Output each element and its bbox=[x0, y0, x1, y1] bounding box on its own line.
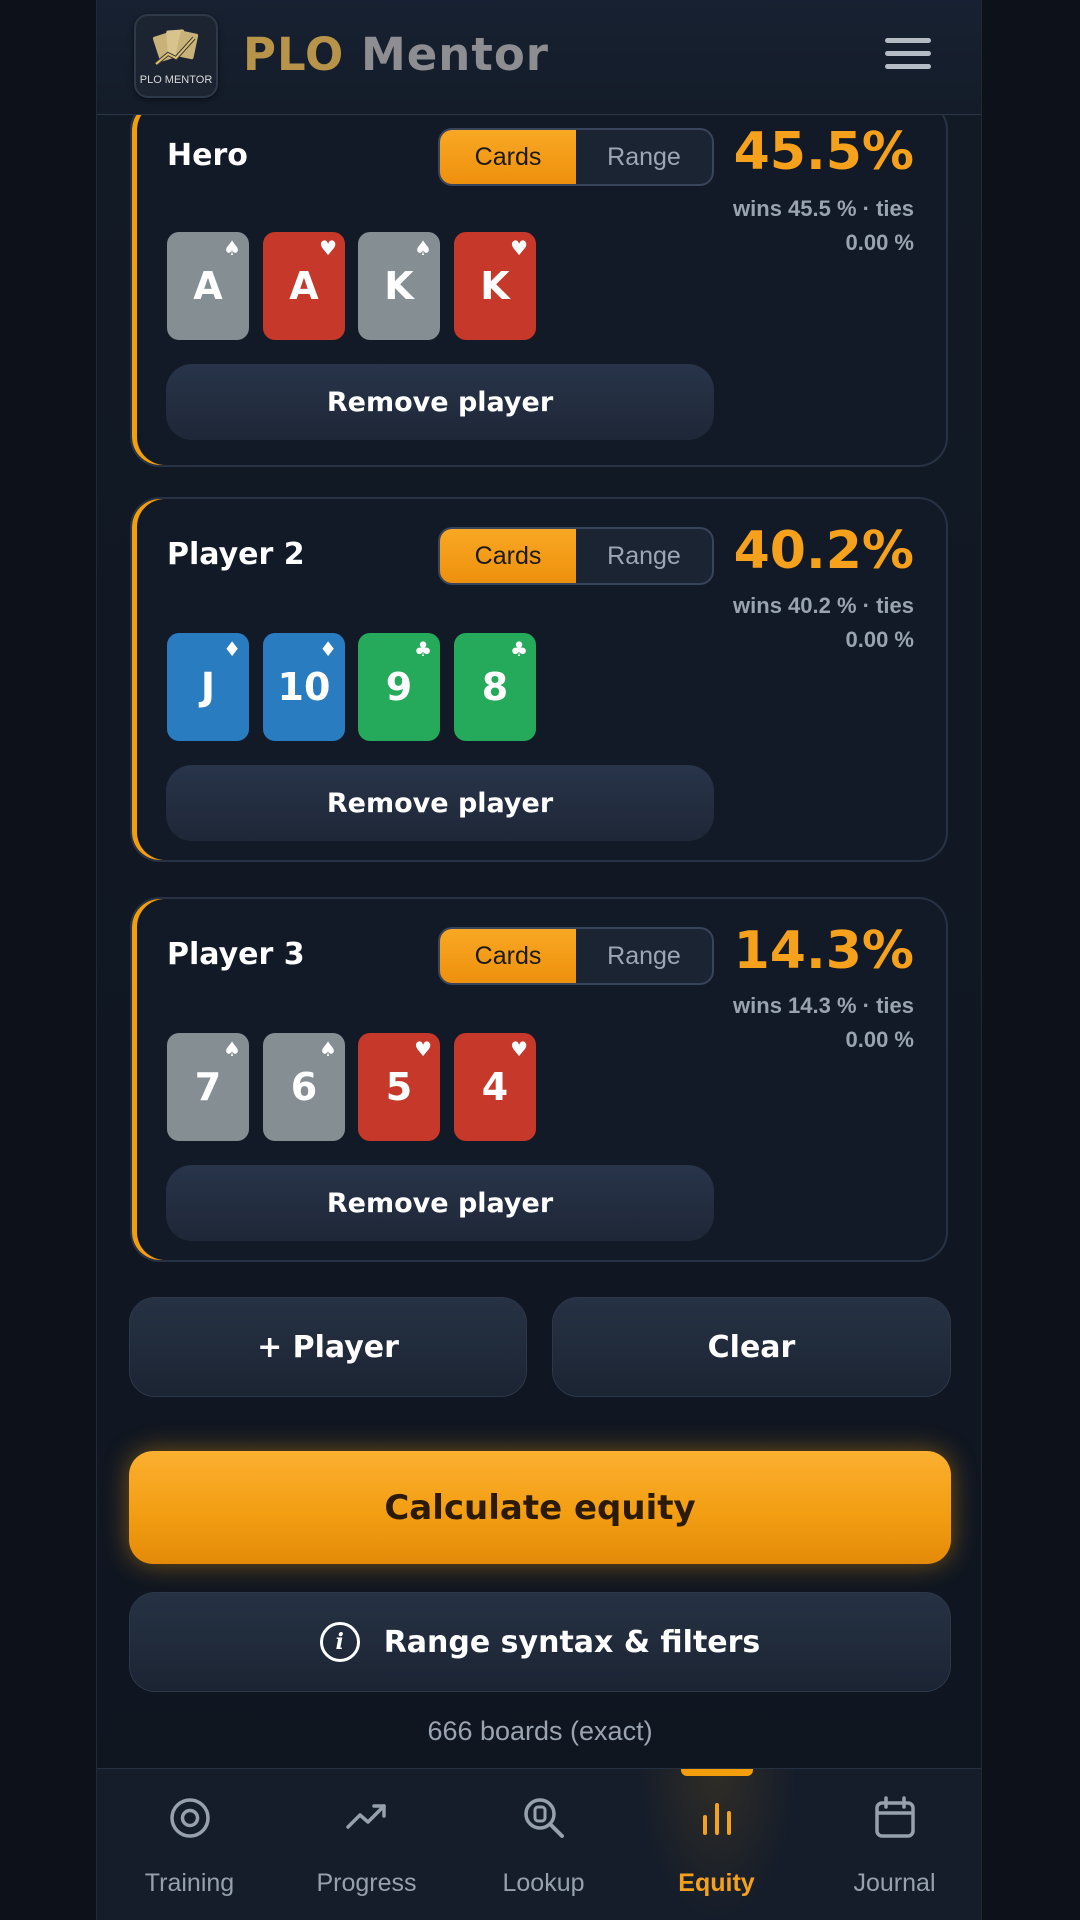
nav-item-equity[interactable]: Equity bbox=[628, 1769, 805, 1920]
diamond-suit-icon: ♦ bbox=[223, 637, 241, 661]
equity-percent: 14.3% bbox=[733, 921, 914, 981]
card-rank: 5 bbox=[385, 1065, 413, 1109]
bar-chart-icon bbox=[702, 1803, 731, 1835]
target-icon bbox=[169, 1798, 210, 1838]
player-name: Player 3 bbox=[167, 937, 305, 972]
range-mode-button[interactable]: Range bbox=[576, 929, 712, 983]
hamburger-menu-icon[interactable] bbox=[885, 38, 931, 74]
hole-card[interactable]: 9 ♣ bbox=[358, 633, 440, 741]
nav-item-journal[interactable]: Journal bbox=[806, 1769, 981, 1920]
app-title-part1: PLO bbox=[243, 28, 345, 81]
nav-item-progress[interactable]: Progress bbox=[278, 1769, 455, 1920]
heart-suit-icon: ♥ bbox=[414, 1037, 432, 1061]
range-mode-button[interactable]: Range bbox=[576, 529, 712, 583]
app-frame: PLO MENTOR PLO Mentor Hero Cards Range 4… bbox=[96, 0, 982, 1920]
ties-value: 0.00 % bbox=[845, 627, 915, 652]
cards-chart-logo-icon bbox=[152, 29, 199, 66]
hole-card[interactable]: 6 ♠ bbox=[263, 1033, 345, 1141]
nav-label: Journal bbox=[853, 1869, 936, 1897]
remove-player-button[interactable]: Remove player bbox=[166, 364, 714, 440]
hole-card[interactable]: 5 ♥ bbox=[358, 1033, 440, 1141]
spade-suit-icon: ♠ bbox=[319, 1037, 337, 1061]
equity-percent: 45.5% bbox=[733, 122, 914, 182]
card-rank: 10 bbox=[277, 665, 331, 709]
logo-caption: PLO MENTOR bbox=[139, 74, 213, 86]
search-icon bbox=[523, 1798, 564, 1838]
wins-line: wins 40.2 % · ties bbox=[733, 593, 914, 618]
remove-player-button[interactable]: Remove player bbox=[166, 1165, 714, 1241]
card-rank: K bbox=[480, 264, 510, 308]
wins-line: wins 45.5 % · ties bbox=[733, 196, 914, 221]
range-syntax-label: Range syntax & filters bbox=[383, 1624, 761, 1660]
info-icon: i bbox=[319, 1622, 360, 1662]
player-name: Player 2 bbox=[167, 537, 305, 572]
ties-value: 0.00 % bbox=[845, 230, 915, 255]
card-rank: A bbox=[193, 264, 223, 308]
ties-value: 0.00 % bbox=[845, 1027, 915, 1052]
hole-card[interactable]: A ♠ bbox=[167, 232, 249, 340]
club-suit-icon: ♣ bbox=[414, 637, 432, 661]
heart-suit-icon: ♥ bbox=[510, 236, 528, 260]
calendar-icon bbox=[874, 1796, 915, 1838]
hole-card[interactable]: K ♥ bbox=[454, 232, 536, 340]
card-rank: J bbox=[200, 665, 216, 709]
hole-card[interactable]: 7 ♠ bbox=[167, 1033, 249, 1141]
nav-label: Equity bbox=[678, 1869, 755, 1897]
card-rank: A bbox=[289, 264, 319, 308]
add-player-button[interactable]: + Player bbox=[129, 1297, 527, 1397]
heart-suit-icon: ♥ bbox=[319, 236, 337, 260]
equity-breakdown: wins 45.5 % · ties 0.00 % bbox=[684, 192, 914, 260]
player-name: Hero bbox=[167, 138, 248, 173]
input-mode-toggle: Cards Range bbox=[438, 527, 714, 585]
boards-count-note: 666 boards (exact) bbox=[427, 1716, 653, 1746]
equity-breakdown: wins 40.2 % · ties 0.00 % bbox=[684, 589, 914, 657]
input-mode-toggle: Cards Range bbox=[438, 128, 714, 186]
cards-mode-button[interactable]: Cards bbox=[440, 529, 576, 583]
heart-suit-icon: ♥ bbox=[510, 1037, 528, 1061]
spade-suit-icon: ♠ bbox=[223, 1037, 241, 1061]
spade-suit-icon: ♠ bbox=[414, 236, 432, 260]
player-card-player-2: Player 2 Cards Range 40.2% wins 40.2 % ·… bbox=[130, 497, 948, 862]
app-title: PLO Mentor bbox=[243, 28, 549, 81]
nav-label: Training bbox=[144, 1869, 235, 1897]
cards-mode-button[interactable]: Cards bbox=[440, 130, 576, 184]
card-rank: 4 bbox=[481, 1065, 509, 1109]
diamond-suit-icon: ♦ bbox=[319, 637, 337, 661]
wins-line: wins 14.3 % · ties bbox=[733, 993, 914, 1018]
nav-item-training[interactable]: Training bbox=[101, 1769, 278, 1920]
card-rank: 9 bbox=[385, 665, 413, 709]
cards-mode-button[interactable]: Cards bbox=[440, 929, 576, 983]
equity-percent: 40.2% bbox=[733, 521, 914, 581]
trending-up-icon bbox=[345, 1804, 386, 1829]
card-rank: 8 bbox=[481, 665, 509, 709]
nav-label: Progress bbox=[316, 1869, 417, 1897]
hole-card[interactable]: 10 ♦ bbox=[263, 633, 345, 741]
hole-card[interactable]: K ♠ bbox=[358, 232, 440, 340]
clear-button[interactable]: Clear bbox=[552, 1297, 951, 1397]
card-rank: 6 bbox=[290, 1065, 318, 1109]
equity-breakdown: wins 14.3 % · ties 0.00 % bbox=[684, 989, 914, 1057]
app-header: PLO MENTOR PLO Mentor bbox=[97, 0, 981, 115]
range-mode-button[interactable]: Range bbox=[576, 130, 712, 184]
spade-suit-icon: ♠ bbox=[223, 236, 241, 260]
card-rank: 7 bbox=[194, 1065, 222, 1109]
app-title-part2: Mentor bbox=[360, 28, 549, 81]
card-rank: K bbox=[384, 264, 414, 308]
nav-item-lookup[interactable]: Lookup bbox=[455, 1769, 632, 1920]
player-card-hero: Hero Cards Range 45.5% wins 45.5 % · tie… bbox=[130, 100, 948, 467]
remove-player-button[interactable]: Remove player bbox=[166, 765, 714, 841]
hole-card[interactable]: 8 ♣ bbox=[454, 633, 536, 741]
calculate-equity-button[interactable]: Calculate equity bbox=[129, 1451, 951, 1564]
app-logo[interactable]: PLO MENTOR bbox=[134, 14, 218, 98]
nav-label: Lookup bbox=[502, 1869, 585, 1897]
bottom-nav: Training Progress Lookup Equity Journal bbox=[97, 1768, 981, 1920]
hole-card[interactable]: 4 ♥ bbox=[454, 1033, 536, 1141]
hole-card[interactable]: J ♦ bbox=[167, 633, 249, 741]
input-mode-toggle: Cards Range bbox=[438, 927, 714, 985]
club-suit-icon: ♣ bbox=[510, 637, 528, 661]
range-syntax-button[interactable]: i Range syntax & filters bbox=[129, 1592, 951, 1692]
hole-card[interactable]: A ♥ bbox=[263, 232, 345, 340]
player-card-player-3: Player 3 Cards Range 14.3% wins 14.3 % ·… bbox=[130, 897, 948, 1262]
